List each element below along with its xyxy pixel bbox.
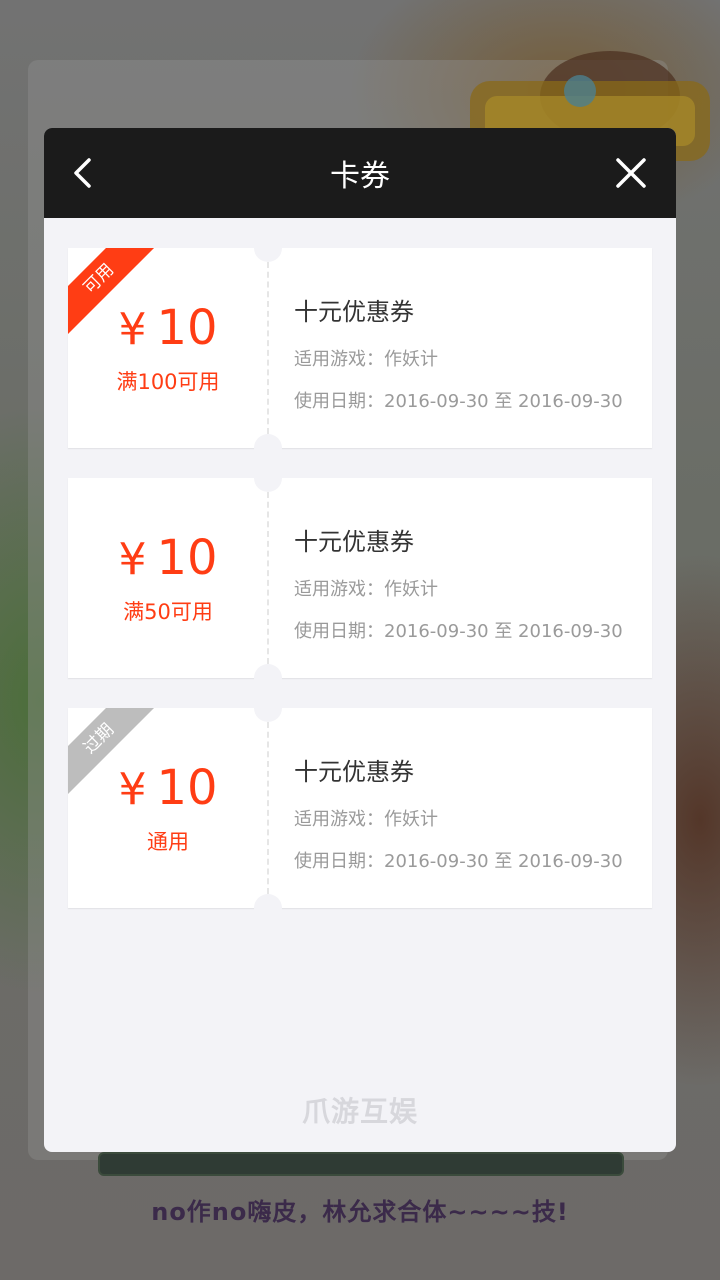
currency-symbol: ¥ <box>118 304 147 355</box>
coupon-card[interactable]: ¥10 满50可用 十元优惠券 适用游戏：作妖计 使用日期：2016-09-30… <box>68 464 652 692</box>
coupon-value-area: 过期 ¥10 通用 <box>68 708 268 908</box>
modal-title: 卡券 <box>330 159 390 194</box>
coupon-list: 可用 ¥10 满100可用 十元优惠券 适用游戏：作妖计 使用日期：2016-0… <box>44 218 676 922</box>
back-button[interactable] <box>58 148 108 198</box>
coupon-value-area: ¥10 满50可用 <box>68 478 268 678</box>
chevron-left-icon <box>74 158 91 188</box>
coupon-condition: 满50可用 <box>123 600 213 624</box>
coupon-amount: ¥10 <box>118 304 217 352</box>
coupon-name: 十元优惠券 <box>294 298 414 326</box>
coupon-game: 适用游戏：作妖计 <box>294 809 438 830</box>
close-icon <box>616 158 646 188</box>
background-caption: no作no嗨皮，林允求合体~~~~技! <box>151 1198 569 1226</box>
modal-header: 卡券 <box>44 128 676 218</box>
currency-symbol: ¥ <box>118 764 147 815</box>
coupon-divider <box>267 722 269 894</box>
coupon-card[interactable]: 过期 ¥10 通用 十元优惠券 适用游戏：作妖计 使用日期：2016-09-30… <box>68 694 652 922</box>
coupon-game: 适用游戏：作妖计 <box>294 579 438 600</box>
coupon-details: 十元优惠券 适用游戏：作妖计 使用日期：2016-09-30 至 2016-09… <box>268 248 652 448</box>
coupon-amount: ¥10 <box>118 764 217 812</box>
coupon-notch <box>254 464 282 492</box>
coupon-game: 适用游戏：作妖计 <box>294 349 438 370</box>
coupon-condition: 通用 <box>147 830 189 854</box>
coupon-notch <box>254 664 282 692</box>
coupon-card[interactable]: 可用 ¥10 满100可用 十元优惠券 适用游戏：作妖计 使用日期：2016-0… <box>68 234 652 462</box>
close-button[interactable] <box>606 148 656 198</box>
coupon-amount: ¥10 <box>118 534 217 582</box>
coupon-name: 十元优惠券 <box>294 758 414 786</box>
currency-symbol: ¥ <box>118 534 147 585</box>
coupon-details: 十元优惠券 适用游戏：作妖计 使用日期：2016-09-30 至 2016-09… <box>268 478 652 678</box>
coupon-notch <box>254 694 282 722</box>
coupon-value-area: 可用 ¥10 满100可用 <box>68 248 268 448</box>
coupon-notch <box>254 434 282 462</box>
coupon-divider <box>267 492 269 664</box>
background-progress-bar <box>98 1152 624 1176</box>
coupon-modal: 卡券 可用 ¥10 满100可用 十元优惠券 适用游戏：作妖计 使用日期：201… <box>44 128 676 1152</box>
coupon-amount-value: 10 <box>156 300 218 356</box>
coupon-notch <box>254 234 282 262</box>
coupon-amount-value: 10 <box>156 530 218 586</box>
coupon-divider <box>267 262 269 434</box>
footer-logo: 爪游互娱 <box>301 1095 418 1128</box>
coupon-details: 十元优惠券 适用游戏：作妖计 使用日期：2016-09-30 至 2016-09… <box>268 708 652 908</box>
coupon-date: 使用日期：2016-09-30 至 2016-09-30 <box>294 391 623 412</box>
coupon-notch <box>254 894 282 922</box>
coupon-name: 十元优惠券 <box>294 528 414 556</box>
coupon-amount-value: 10 <box>156 760 218 816</box>
coupon-condition: 满100可用 <box>116 370 220 394</box>
coupon-date: 使用日期：2016-09-30 至 2016-09-30 <box>294 621 623 642</box>
coupon-date: 使用日期：2016-09-30 至 2016-09-30 <box>294 851 623 872</box>
